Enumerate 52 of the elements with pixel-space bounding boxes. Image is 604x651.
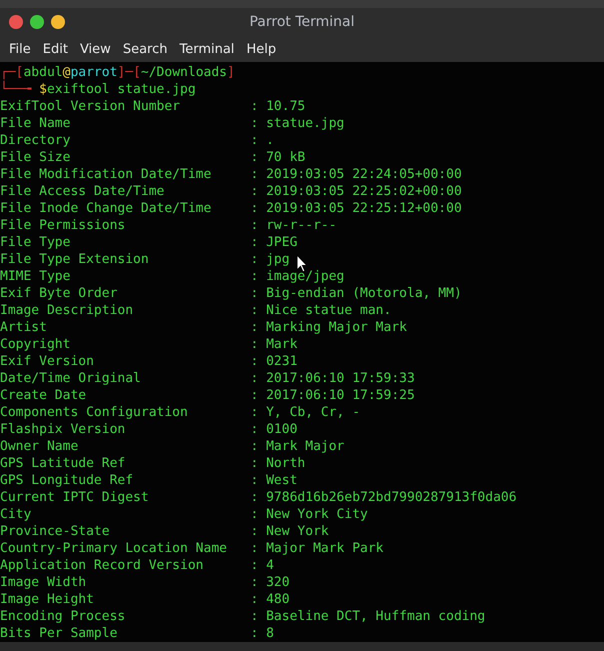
output-line: City : New York City	[0, 506, 368, 523]
output-line: GPS Latitude Ref : North	[0, 455, 306, 472]
output-line: GPS Longitude Ref : West	[0, 472, 298, 489]
window-title: Parrot Terminal	[249, 14, 355, 30]
output-line: File Size : 70 kB	[0, 149, 306, 166]
menu-item[interactable]: Search	[116, 40, 174, 58]
prompt-frame: ]─[	[117, 64, 141, 81]
menu-item[interactable]: View	[74, 40, 117, 58]
output-line: Encoding Process : Baseline DCT, Huffman coding	[0, 608, 486, 625]
output-line: Exif Version : 0231	[0, 353, 298, 370]
output-line: File Inode Change Date/Time : 2019:03:05 22:25:12+00:00	[0, 200, 462, 217]
output-line: Image Width : 320	[0, 574, 290, 591]
menu-item[interactable]: Edit	[36, 40, 74, 58]
prompt-symbol: $	[39, 81, 47, 98]
output-line: File Permissions : rw-r--r--	[0, 217, 337, 234]
prompt-host: parrot	[70, 64, 118, 81]
output-line: Copyright : Mark	[0, 336, 298, 353]
output-line: Owner Name : Mark Major	[0, 438, 344, 455]
window-control-button[interactable]	[51, 15, 65, 29]
prompt-symbol: @	[62, 64, 70, 81]
prompt-path: ~/Downloads	[140, 64, 227, 81]
command-text: exiftool statue.jpg	[46, 81, 196, 98]
output-line: Bits Per Sample : 8	[0, 625, 274, 642]
output-line: Country-Primary Location Name : Major Mark Park	[0, 540, 384, 557]
prompt-frame: ┌─[	[0, 64, 24, 81]
output-line: Image Height : 480	[0, 591, 290, 608]
output-line: Components Configuration : Y, Cb, Cr, -	[0, 404, 360, 421]
output-line: File Name : statue.jpg	[0, 115, 344, 132]
prompt-user: abdul	[23, 64, 63, 80]
output-line: File Access Date/Time : 2019:03:05 22:25:02+00:00	[0, 183, 462, 200]
output-line: Date/Time Original : 2017:06:10 17:59:33	[0, 370, 415, 387]
prompt-frame: ]	[227, 64, 235, 81]
window-control-button[interactable]	[9, 15, 23, 29]
output-line: ExifTool Version Number : 10.75	[0, 98, 306, 115]
window-control-button[interactable]	[30, 15, 44, 29]
output-line: File Type : JPEG	[0, 234, 298, 251]
menu-item[interactable]: File	[3, 40, 37, 58]
output-line: Artist : Marking Major Mark	[0, 319, 407, 336]
menu-item[interactable]: Terminal	[173, 40, 240, 58]
output-line: Directory : .	[0, 132, 274, 149]
output-line: Flashpix Version : 0100	[0, 421, 298, 438]
output-line: Image Description : Nice statue man.	[0, 302, 392, 319]
menu-item[interactable]: Help	[240, 40, 282, 58]
output-line: Current IPTC Digest : 9786d16b26eb72bd7990287913f0da06	[0, 489, 517, 506]
output-line: File Type Extension : jpg	[0, 251, 290, 268]
output-line: Create Date : 2017:06:10 17:59:25	[0, 387, 415, 404]
output-line: Application Record Version : 4	[0, 557, 274, 574]
output-line: MIME Type : image/jpeg	[0, 268, 344, 285]
output-line: Province-State : New York	[0, 523, 329, 540]
output-line: Exif Byte Order : Big-endian (Motorola, MM)	[0, 285, 462, 302]
output-line: File Modification Date/Time : 2019:03:05 22:24:05+00:00	[0, 166, 462, 183]
prompt-frame: └──╼	[0, 81, 40, 98]
